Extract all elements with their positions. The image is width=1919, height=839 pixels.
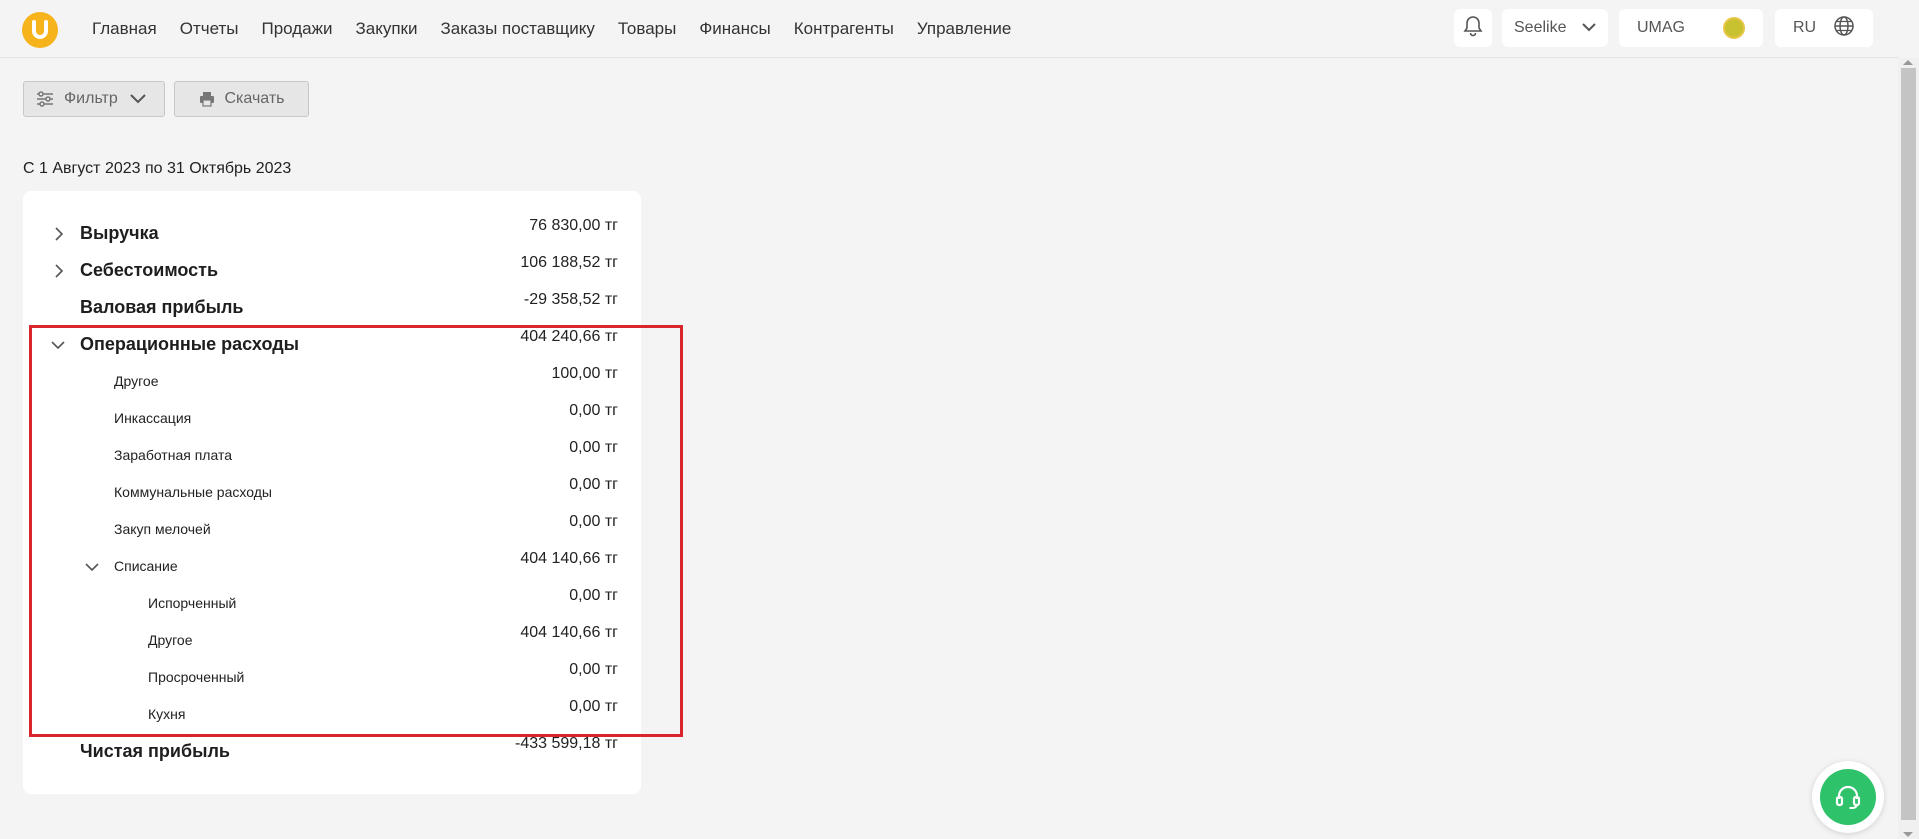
top-navigation-bar: Главная Отчеты Продажи Закупки Заказы по… — [0, 0, 1898, 58]
report-row-other: Другое 100,00 тг — [23, 365, 641, 397]
row-value: 0,00 тг — [569, 698, 618, 715]
row-value: 100,00 тг — [551, 365, 618, 382]
report-row-expired: Просроченный 0,00 тг — [23, 661, 641, 693]
notifications-button[interactable] — [1454, 9, 1492, 47]
headset-icon — [1820, 769, 1876, 825]
report-row-gross-profit: Валовая прибыль -29 358,52 тг — [23, 291, 641, 323]
chevron-down-icon — [130, 94, 146, 104]
report-row-salary: Заработная плата 0,00 тг — [23, 439, 641, 471]
row-label: Кухня — [148, 706, 186, 722]
user-menu-button[interactable]: Seelike — [1502, 9, 1608, 47]
nav-item-sales[interactable]: Продажи — [261, 19, 332, 39]
main-nav: Главная Отчеты Продажи Закупки Заказы по… — [92, 0, 1034, 58]
support-chat-button[interactable] — [1812, 761, 1884, 833]
scroll-down-arrow-icon[interactable] — [1903, 832, 1913, 837]
chevron-down-icon[interactable] — [50, 337, 66, 353]
org-avatar-icon — [1723, 17, 1745, 39]
chevron-down-icon[interactable] — [84, 559, 100, 575]
report-row-revenue[interactable]: Выручка 76 830,00 тг — [23, 217, 641, 249]
row-label: Коммунальные расходы — [114, 484, 272, 500]
row-label: Инкассация — [114, 410, 192, 426]
nav-item-management[interactable]: Управление — [917, 19, 1012, 39]
row-label: Себестоимость — [80, 260, 219, 280]
row-label: Операционные расходы — [80, 334, 300, 354]
user-name: Seelike — [1514, 19, 1567, 36]
nav-item-products[interactable]: Товары — [618, 19, 676, 39]
chevron-down-icon — [1582, 19, 1596, 37]
report-row-write-off[interactable]: Списание 404 140,66 тг — [23, 550, 641, 582]
row-label: Другое — [114, 373, 159, 389]
app-logo-icon[interactable] — [22, 12, 58, 48]
printer-icon — [199, 91, 215, 107]
row-label: Другое — [148, 632, 193, 648]
nav-item-counterparties[interactable]: Контрагенты — [794, 19, 894, 39]
nav-item-supplier-orders[interactable]: Заказы поставщику — [440, 19, 594, 39]
nav-item-home[interactable]: Главная — [92, 19, 157, 39]
report-row-net-profit: Чистая прибыль -433 599,18 тг — [23, 735, 641, 767]
language-button[interactable]: RU — [1775, 9, 1873, 47]
nav-item-purchases[interactable]: Закупки — [355, 19, 417, 39]
scroll-up-arrow-icon[interactable] — [1903, 60, 1913, 65]
report-row-collection: Инкассация 0,00 тг — [23, 402, 641, 434]
row-label: Просроченный — [148, 669, 245, 685]
report-date-range: С 1 Август 2023 по 31 Октябрь 2023 — [23, 160, 292, 177]
globe-icon — [1833, 15, 1855, 42]
row-value: 404 240,66 тг — [520, 328, 618, 345]
row-label: Испорченный — [148, 595, 237, 611]
row-value: -433 599,18 тг — [514, 735, 618, 752]
row-value: 0,00 тг — [569, 587, 618, 604]
row-value: 0,00 тг — [569, 513, 618, 530]
bell-icon — [1463, 15, 1483, 42]
row-label: Чистая прибыль — [80, 741, 230, 761]
chevron-right-icon[interactable] — [51, 263, 67, 279]
row-label: Списание — [114, 558, 178, 574]
page-scrollbar[interactable] — [1898, 58, 1919, 839]
download-button[interactable]: Скачать — [174, 81, 309, 117]
report-row-small-purchases: Закуп мелочей 0,00 тг — [23, 513, 641, 545]
report-row-utilities: Коммунальные расходы 0,00 тг — [23, 476, 641, 508]
row-label: Выручка — [80, 223, 159, 243]
row-value: 0,00 тг — [569, 402, 618, 419]
row-value: 404 140,66 тг — [520, 550, 618, 567]
report-row-cost[interactable]: Себестоимость 106 188,52 тг — [23, 254, 641, 286]
nav-item-finance[interactable]: Финансы — [699, 19, 770, 39]
report-row-kitchen: Кухня 0,00 тг — [23, 698, 641, 730]
scroll-thumb[interactable] — [1901, 68, 1916, 820]
report-row-spoiled: Испорченный 0,00 тг — [23, 587, 641, 619]
row-value: 76 830,00 тг — [529, 217, 618, 234]
row-value: 0,00 тг — [569, 476, 618, 493]
chevron-right-icon[interactable] — [51, 226, 67, 242]
filter-button[interactable]: Фильтр — [23, 81, 165, 117]
row-label: Валовая прибыль — [80, 297, 244, 317]
row-label: Закуп мелочей — [114, 521, 211, 537]
nav-item-reports[interactable]: Отчеты — [180, 19, 239, 39]
row-value: 0,00 тг — [569, 439, 618, 456]
language-code: RU — [1793, 19, 1817, 36]
row-label: Заработная плата — [114, 447, 232, 463]
filter-label: Фильтр — [64, 90, 118, 107]
row-value: 106 188,52 тг — [520, 254, 618, 271]
row-value: 0,00 тг — [569, 661, 618, 678]
profit-loss-report: Выручка 76 830,00 тг Себестоимость 106 1… — [23, 191, 641, 794]
row-value: -29 358,52 тг — [523, 291, 618, 308]
report-row-write-off-other: Другое 404 140,66 тг — [23, 624, 641, 656]
organization-button[interactable]: UMAG — [1619, 9, 1763, 47]
download-label: Скачать — [224, 90, 285, 107]
org-name: UMAG — [1637, 19, 1685, 36]
row-value: 404 140,66 тг — [520, 624, 618, 641]
sliders-icon — [36, 91, 54, 107]
report-row-operating-expenses[interactable]: Операционные расходы 404 240,66 тг — [23, 328, 641, 360]
